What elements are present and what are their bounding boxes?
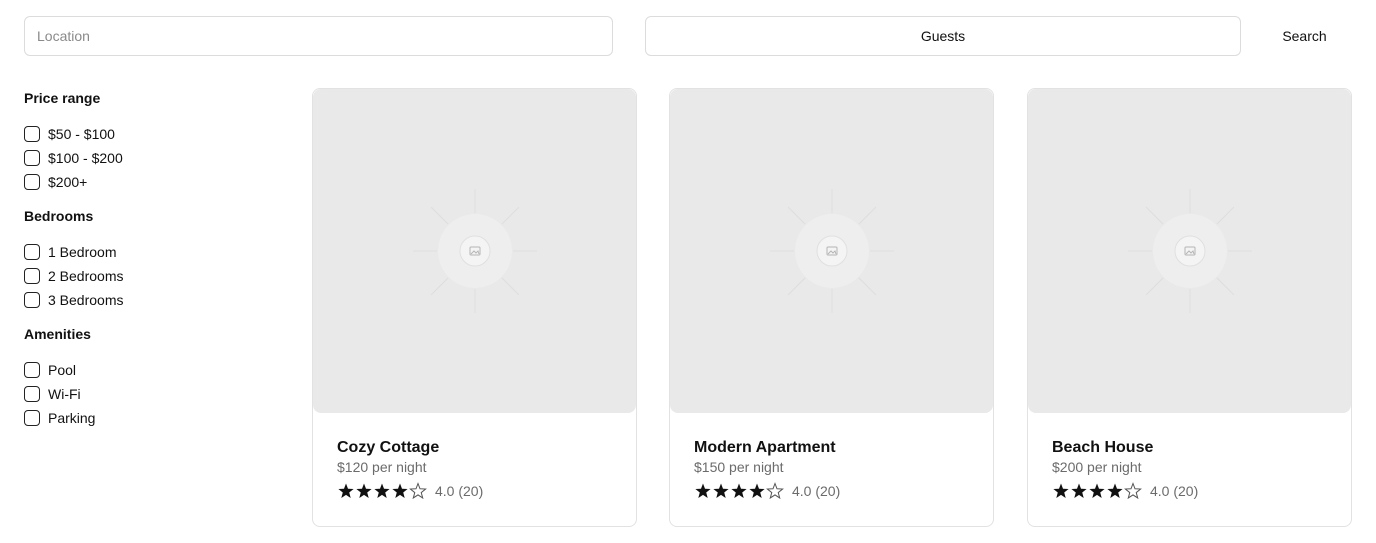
star-icon xyxy=(1107,483,1123,498)
amenity-option-pool[interactable]: Pool xyxy=(24,358,264,382)
star-icon xyxy=(392,483,408,498)
checkbox[interactable] xyxy=(24,386,40,402)
filter-option-label: Parking xyxy=(48,410,96,426)
listing-title: Cozy Cottage xyxy=(337,439,440,456)
checkbox[interactable] xyxy=(24,244,40,260)
amenity-option-parking[interactable]: Parking xyxy=(24,406,264,430)
listing-rating: 4.0 (20) xyxy=(1052,482,1327,500)
filters-sidebar: Price range $50 - $100 $100 - $200 $200+… xyxy=(24,88,264,442)
star-icon xyxy=(409,482,427,500)
listing-price: $200 per night xyxy=(1052,459,1142,475)
bedrooms-option-3[interactable]: 3 Bedrooms xyxy=(24,288,264,312)
filter-option-label: $200+ xyxy=(48,174,88,190)
checkbox[interactable] xyxy=(24,174,40,190)
filter-option-label: 1 Bedroom xyxy=(48,244,117,260)
price-option-100-200[interactable]: $100 - $200 xyxy=(24,146,264,170)
filter-option-label: $100 - $200 xyxy=(48,150,123,166)
star-icon xyxy=(749,483,765,498)
amenities-filter-title: Amenities xyxy=(24,326,91,342)
star-icon xyxy=(1089,483,1105,498)
star-icon xyxy=(731,483,747,498)
price-filter-group: Price range $50 - $100 $100 - $200 $200+ xyxy=(24,88,264,194)
star-icon xyxy=(766,482,784,500)
guests-select[interactable]: Guests xyxy=(645,16,1241,56)
star-icon xyxy=(356,483,372,498)
price-option-50-100[interactable]: $50 - $100 xyxy=(24,122,264,146)
price-filter-title: Price range xyxy=(24,90,101,106)
listing-card[interactable]: Modern Apartment $150 per night 4.0 (20) xyxy=(669,88,994,527)
listing-rating: 4.0 (20) xyxy=(694,482,969,500)
rating-text: 4.0 (20) xyxy=(792,483,841,499)
guests-label: Guests xyxy=(920,28,966,44)
listing-card[interactable]: Beach House $200 per night 4.0 (20) xyxy=(1027,88,1352,527)
checkbox[interactable] xyxy=(24,126,40,142)
location-input[interactable] xyxy=(24,16,613,56)
filter-option-label: 3 Bedrooms xyxy=(48,292,124,308)
listing-image xyxy=(1028,89,1351,413)
filter-option-label: Pool xyxy=(48,362,77,378)
star-icon xyxy=(695,483,711,498)
listing-price: $120 per night xyxy=(337,459,427,475)
image-placeholder-icon xyxy=(770,189,894,313)
star-icon xyxy=(1124,482,1142,500)
search-bar: Guests Search xyxy=(24,16,1352,56)
checkbox[interactable] xyxy=(24,268,40,284)
search-button[interactable]: Search xyxy=(1257,16,1352,56)
listing-title: Beach House xyxy=(1052,439,1154,456)
listing-price: $150 per night xyxy=(694,459,784,475)
bedrooms-option-2[interactable]: 2 Bedrooms xyxy=(24,264,264,288)
checkbox[interactable] xyxy=(24,150,40,166)
star-icon xyxy=(1071,483,1087,498)
listing-rating: 4.0 (20) xyxy=(337,482,612,500)
star-icon xyxy=(374,483,390,498)
bedrooms-filter-title: Bedrooms xyxy=(24,208,94,224)
filter-option-label: 2 Bedrooms xyxy=(48,268,124,284)
listing-grid: Cozy Cottage $120 per night 4.0 (20) Mod… xyxy=(312,88,1352,527)
filter-option-label: $50 - $100 xyxy=(48,126,115,142)
listing-image xyxy=(670,89,993,413)
star-icon xyxy=(338,483,354,498)
bedrooms-filter-group: Bedrooms 1 Bedroom 2 Bedrooms 3 Bedrooms xyxy=(24,206,264,312)
search-button-label: Search xyxy=(1282,28,1327,44)
rating-text: 4.0 (20) xyxy=(435,483,484,499)
listing-title: Modern Apartment xyxy=(694,439,836,456)
image-placeholder-icon xyxy=(413,189,537,313)
star-icon xyxy=(1053,483,1069,498)
checkbox[interactable] xyxy=(24,362,40,378)
checkbox[interactable] xyxy=(24,410,40,426)
filter-option-label: Wi-Fi xyxy=(48,386,81,402)
listing-image xyxy=(313,89,636,413)
price-option-200-plus[interactable]: $200+ xyxy=(24,170,264,194)
checkbox[interactable] xyxy=(24,292,40,308)
star-icon xyxy=(713,483,729,498)
rating-text: 4.0 (20) xyxy=(1150,483,1199,499)
amenity-option-wifi[interactable]: Wi-Fi xyxy=(24,382,264,406)
amenities-filter-group: Amenities Pool Wi-Fi Parking xyxy=(24,324,264,430)
listing-card[interactable]: Cozy Cottage $120 per night 4.0 (20) xyxy=(312,88,637,527)
image-placeholder-icon xyxy=(1128,189,1252,313)
bedrooms-option-1[interactable]: 1 Bedroom xyxy=(24,240,264,264)
